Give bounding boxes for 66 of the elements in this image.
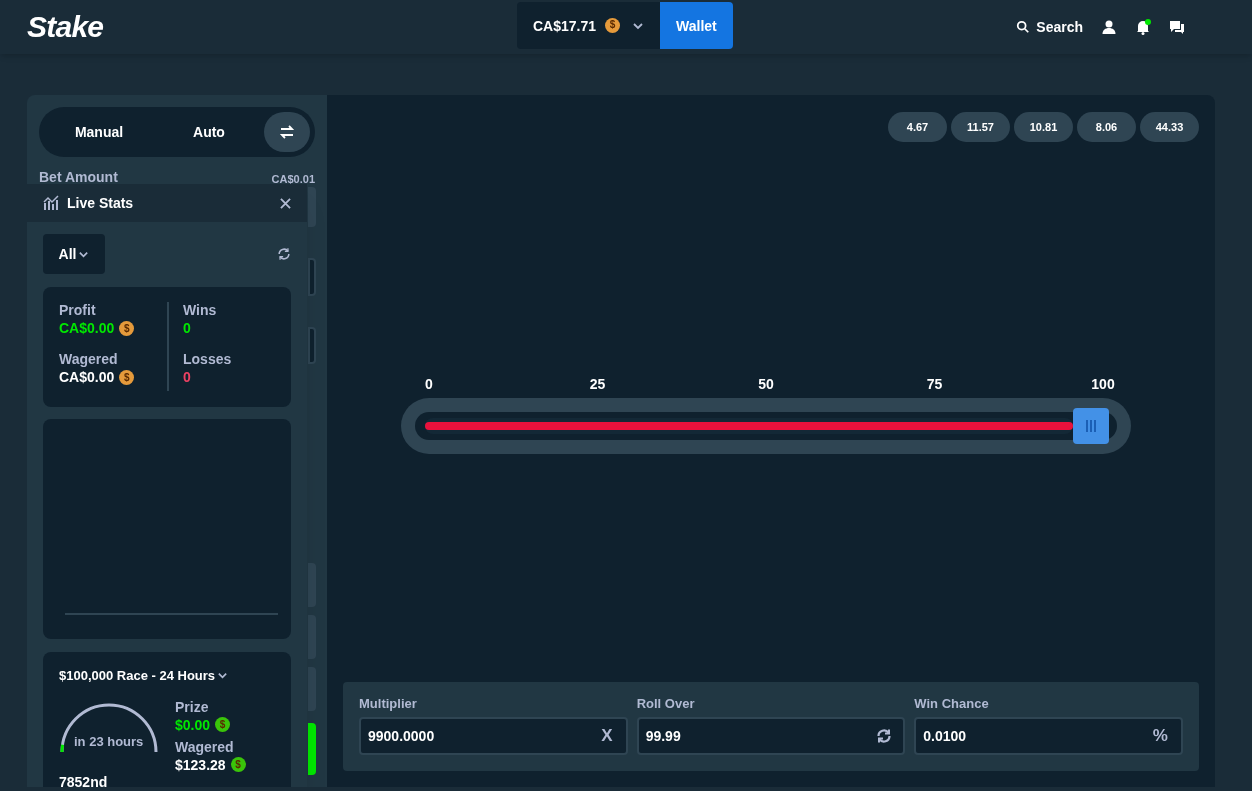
coin-icon: $ <box>605 18 621 33</box>
stat-label: Profit <box>59 301 97 319</box>
bet-amount-value: CA$0.01 <box>271 171 315 187</box>
chevron-down-icon <box>217 670 229 682</box>
stat-label: Wagered <box>175 737 235 756</box>
close-icon[interactable] <box>280 197 291 209</box>
slider-handle[interactable] <box>1073 407 1109 444</box>
stat-value: 0 <box>183 319 191 337</box>
balance-amount: CA$17.71 <box>533 16 597 36</box>
input-field[interactable]: 99.99 <box>636 717 906 755</box>
race-rank: 7852nd <box>59 772 109 787</box>
tick-label: 75 <box>926 374 943 394</box>
result-pill: 11.57 <box>951 112 1010 142</box>
filter-dropdown[interactable]: All <box>43 234 105 274</box>
stat-label: Losses <box>183 350 233 368</box>
user-icon[interactable] <box>1101 19 1117 35</box>
coin-icon: $ <box>215 717 231 732</box>
field-value: 99.99 <box>645 727 681 746</box>
result-pill: 4.67 <box>888 112 947 142</box>
field-suffix: % <box>1152 725 1168 748</box>
tick-label: 50 <box>758 374 774 394</box>
stat-value: 0 <box>183 368 191 386</box>
field-label: Roll Over <box>636 694 696 713</box>
input-field[interactable]: 0.0100 % <box>914 717 1183 755</box>
tick-label: 0 <box>425 374 433 394</box>
stat-value: $123.28 <box>175 755 226 774</box>
swap-button[interactable] <box>264 112 310 152</box>
panel-title: Live Stats <box>67 194 134 213</box>
stat-label: Wagered <box>59 350 119 368</box>
field-value: 0.0100 <box>923 727 967 746</box>
logo[interactable]: Stake <box>27 12 104 42</box>
stat-value: CA$0.00 <box>59 368 115 386</box>
input-field[interactable]: 9900.0000 X <box>359 717 628 755</box>
refresh-icon[interactable] <box>277 247 291 261</box>
wallet-button[interactable]: Wallet <box>660 2 733 49</box>
field-suffix: X <box>601 725 613 748</box>
field-label: Multiplier <box>359 694 418 713</box>
mode-tab[interactable]: Manual <box>44 112 154 152</box>
field-edge <box>308 187 316 227</box>
tick-label: 25 <box>589 374 606 394</box>
result-pill: 10.81 <box>1014 112 1073 142</box>
balance-selector[interactable]: CA$17.71 $ <box>517 2 661 49</box>
stat-label: Wins <box>183 301 218 319</box>
chart-icon <box>43 195 59 211</box>
result-pill: 44.33 <box>1140 112 1199 142</box>
stat-value: $0.00 <box>175 715 211 734</box>
search-icon <box>1016 20 1031 34</box>
coin-icon: $ <box>230 757 246 772</box>
stat-label: Prize <box>175 697 210 716</box>
chat-icon[interactable] <box>1169 19 1185 35</box>
coin-icon: $ <box>119 369 135 385</box>
result-pill: 8.06 <box>1077 112 1136 142</box>
mode-tab[interactable]: Auto <box>154 112 264 152</box>
field-label: Win Chance <box>914 694 990 713</box>
bell-icon[interactable] <box>1135 19 1151 35</box>
search-button[interactable]: Search <box>1016 17 1083 37</box>
race-dropdown[interactable]: $100,000 Race - 24 Hours <box>59 666 229 686</box>
bet-amount-label: Bet Amount <box>39 168 118 187</box>
stat-value: CA$0.00 <box>59 319 115 337</box>
refresh-icon[interactable] <box>876 728 893 744</box>
coin-icon: $ <box>119 320 135 336</box>
field-edge <box>308 258 316 296</box>
field-edge <box>308 327 316 364</box>
field-value: 9900.0000 <box>368 727 435 746</box>
bet-button-edge <box>308 723 316 775</box>
tick-label: 100 <box>1091 374 1115 394</box>
